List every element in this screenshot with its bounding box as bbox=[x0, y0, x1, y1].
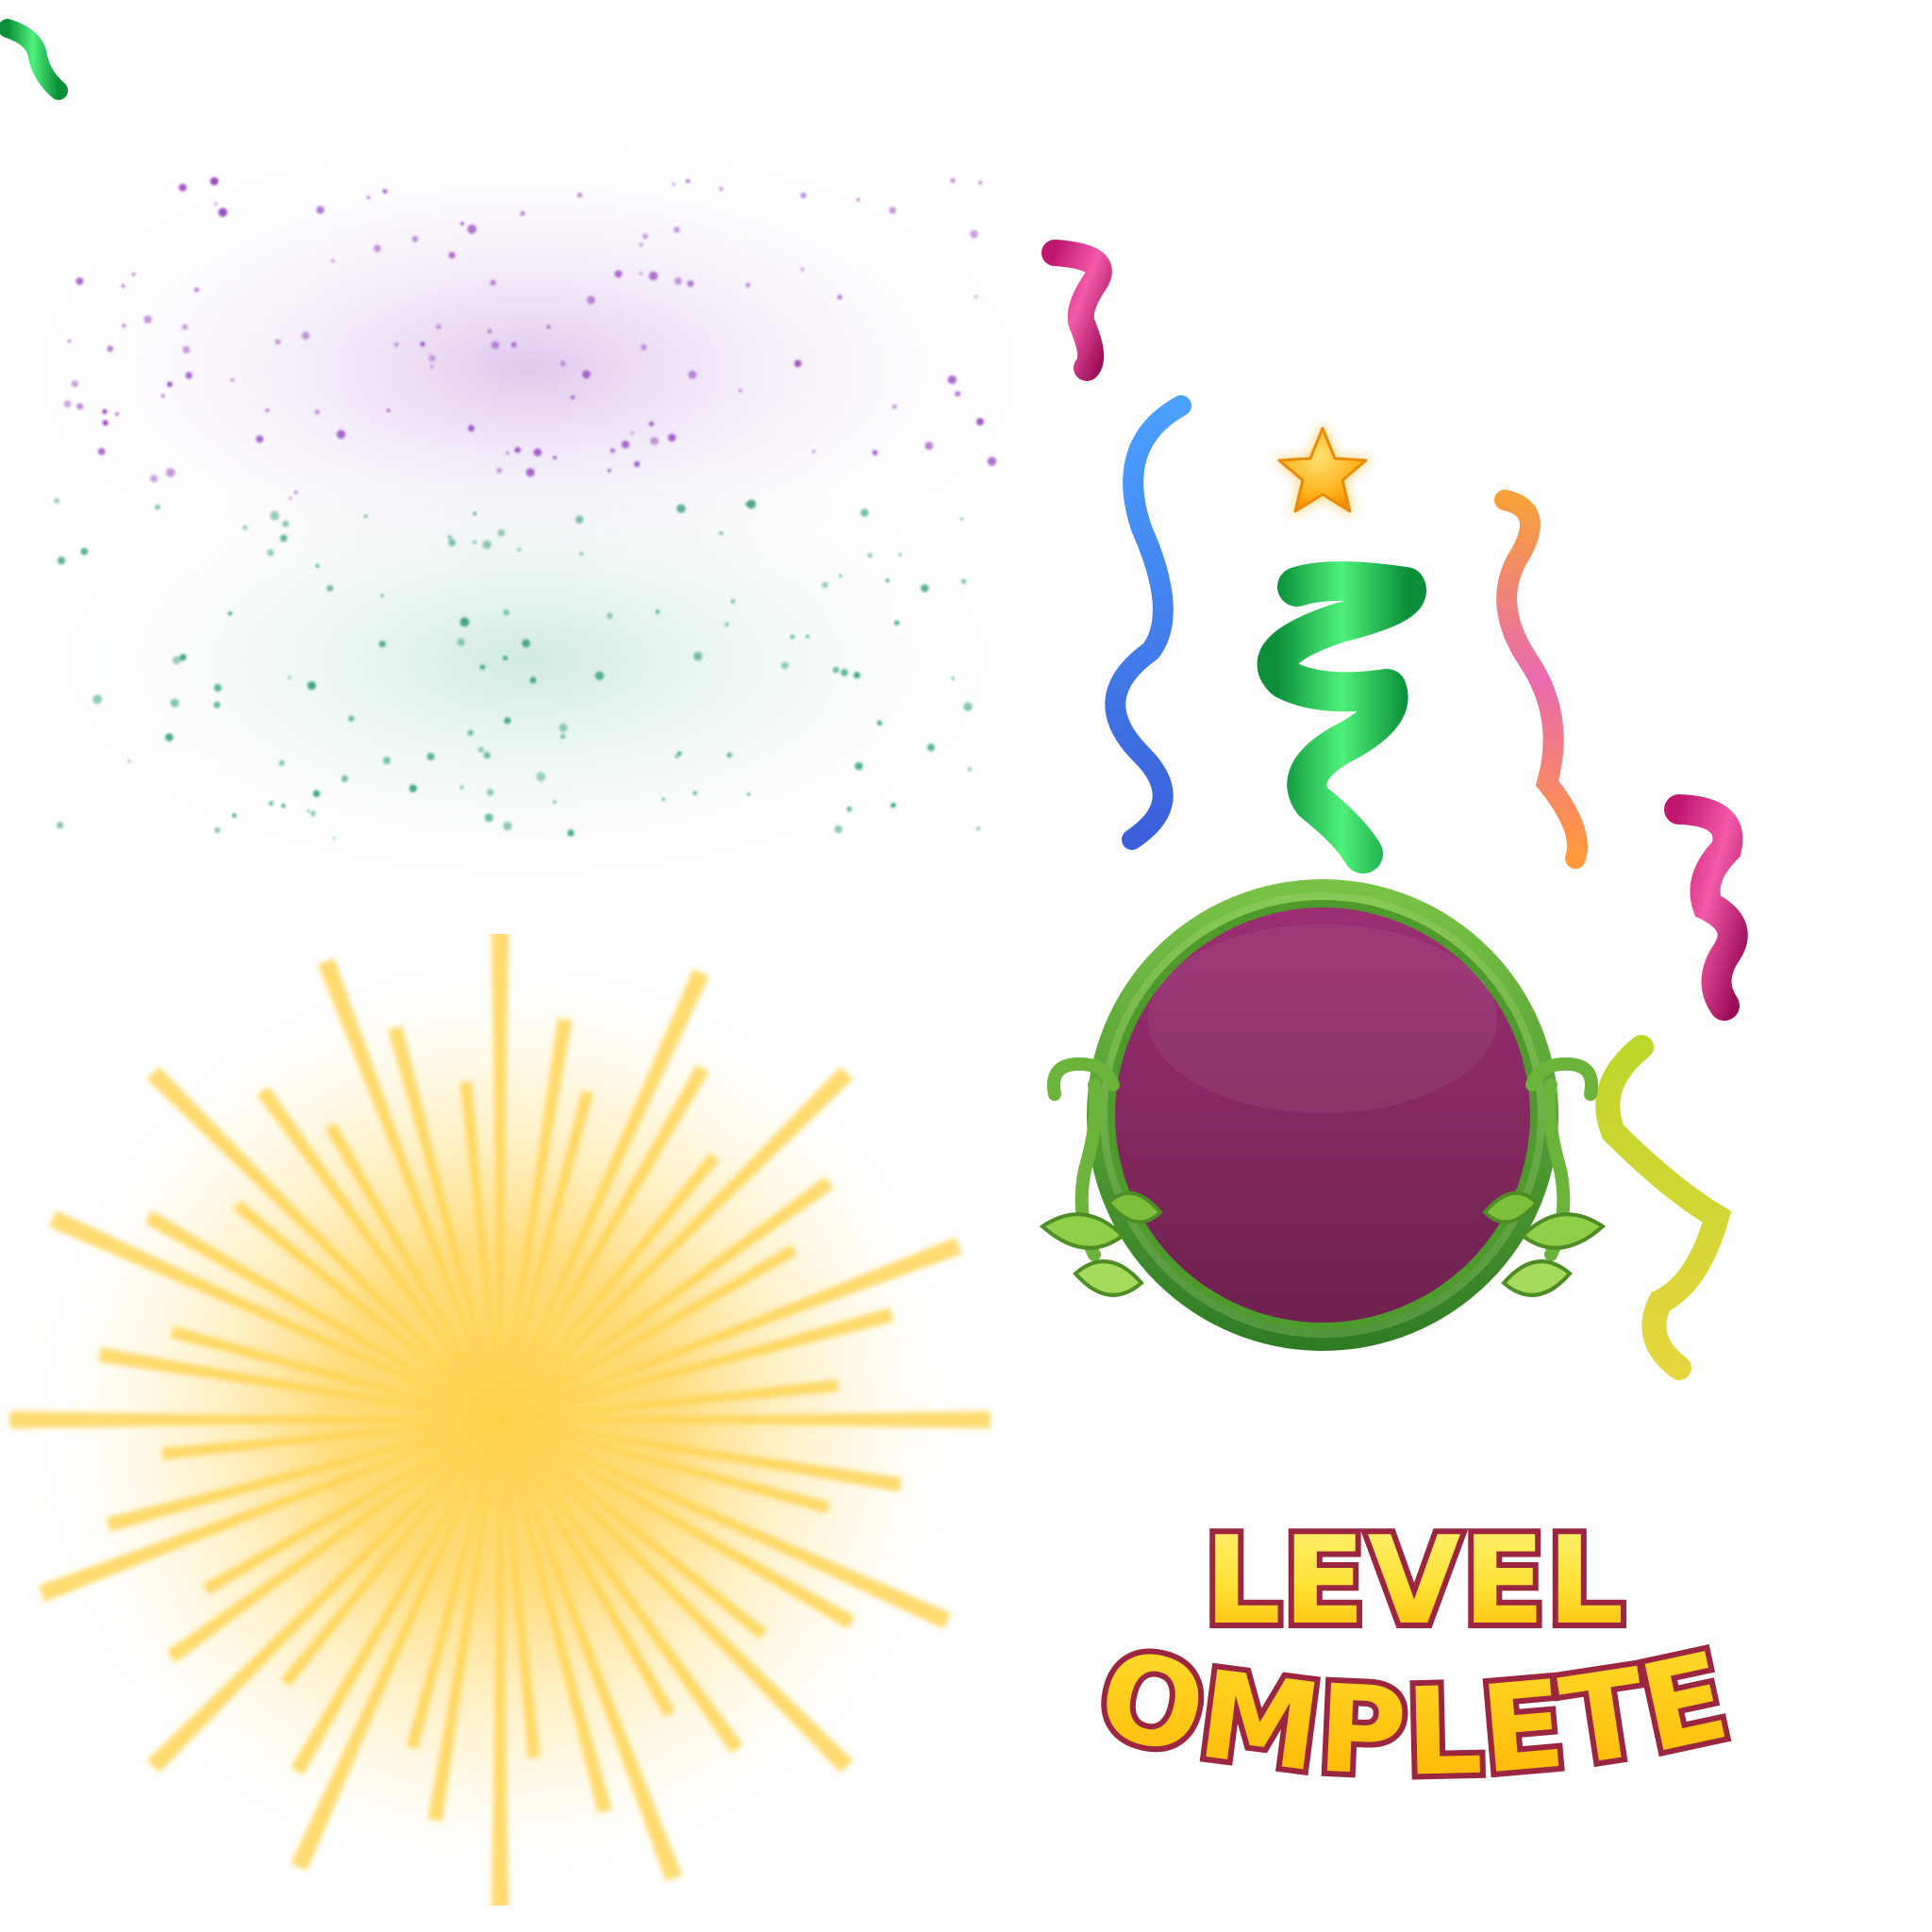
badge-frame bbox=[1087, 879, 1558, 1351]
star-icon bbox=[1274, 423, 1372, 517]
level-completed-title: LEVEL COMPLETED bbox=[1028, 1491, 1745, 1809]
ribbon-sunset bbox=[1494, 490, 1588, 869]
ribbon-magenta-right bbox=[1664, 794, 1748, 1021]
ribbon-green-small bbox=[0, 19, 68, 100]
ribbon-magenta-top bbox=[1041, 240, 1112, 381]
ribbon-lime bbox=[1595, 1035, 1732, 1380]
title-line1: LEVEL bbox=[1204, 1511, 1625, 1652]
ribbon-green-spiral bbox=[1257, 561, 1426, 874]
ribbon-blue bbox=[1105, 395, 1191, 850]
